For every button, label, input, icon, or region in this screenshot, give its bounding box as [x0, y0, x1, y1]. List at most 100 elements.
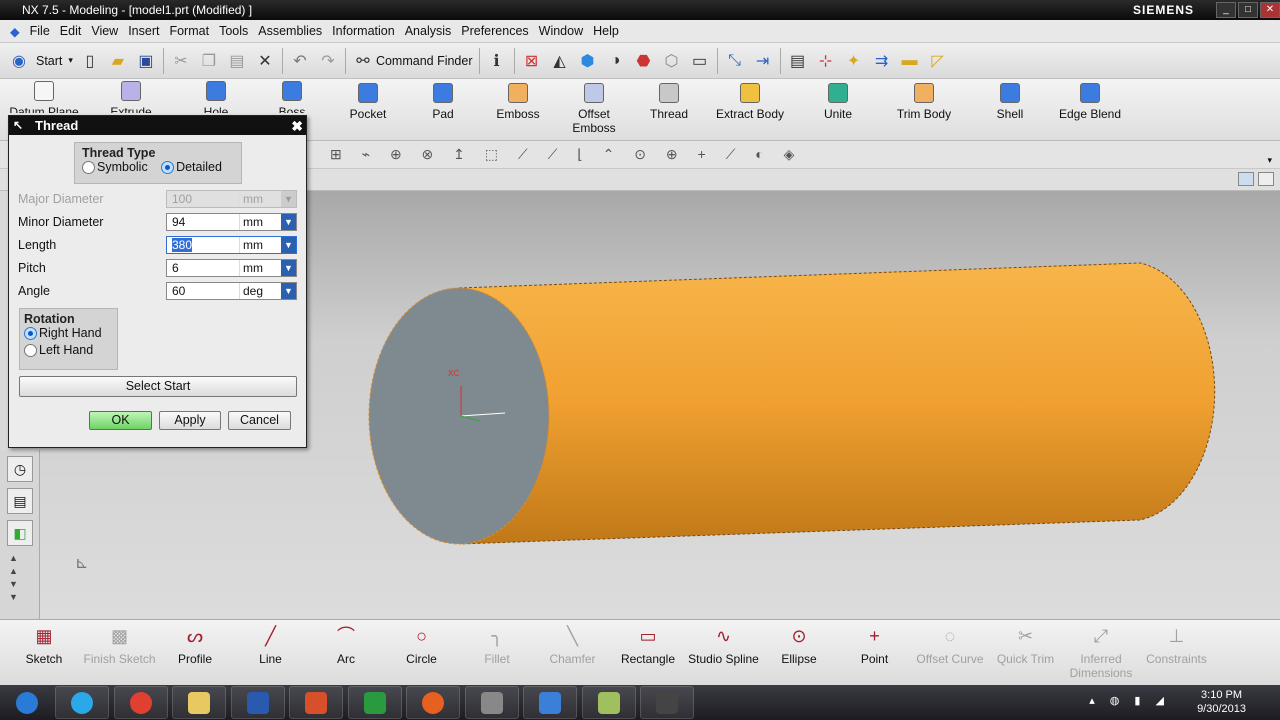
sketch-chamfer-button[interactable]: ╲ Chamfer	[535, 626, 611, 666]
feature-unite-button[interactable]: Unite	[800, 83, 876, 121]
taskbar-webcam-button[interactable]	[464, 686, 519, 719]
apply-button[interactable]: Apply	[159, 411, 221, 430]
cube-view-icon[interactable]: ⬢	[577, 50, 599, 72]
taskbar-explorer-button[interactable]	[172, 686, 226, 719]
sketch-fillet-button[interactable]: ╮ Fillet	[459, 626, 535, 666]
minimize-button[interactable]: _	[1216, 2, 1236, 18]
close-button[interactable]: ✕	[1260, 2, 1280, 18]
save-icon[interactable]: ▣	[135, 50, 157, 72]
view-icon[interactable]	[1238, 172, 1254, 186]
feature-offset-emboss-button[interactable]: Offset Emboss	[556, 83, 632, 135]
sketch-studio-spline-button[interactable]: ∿ Studio Spline	[686, 626, 762, 666]
dropdown-arrow-icon[interactable]: ▼	[281, 283, 296, 299]
menu-window[interactable]: Window	[539, 24, 583, 38]
radio-symbolic[interactable]: Symbolic	[82, 160, 148, 174]
sketch-finish-sketch-button[interactable]: ▩ Finish Sketch	[82, 626, 158, 666]
cut-icon[interactable]: ✂	[170, 50, 192, 72]
feature-edge-blend-button[interactable]: Edge Blend	[1052, 83, 1128, 121]
radio-indicator[interactable]	[24, 326, 37, 340]
section-icon[interactable]: ⬣	[633, 50, 655, 72]
feature-hole-button[interactable]: Hole	[178, 81, 254, 113]
menu-tools[interactable]: Tools	[219, 24, 248, 38]
delete-icon[interactable]: ✕	[254, 50, 276, 72]
maximize-button[interactable]: □	[1238, 2, 1258, 18]
cylinder-end-face[interactable]	[368, 287, 550, 545]
fit-view-icon[interactable]: ⊠	[521, 50, 543, 72]
sketch-circle-button[interactable]: ○ Circle	[384, 626, 460, 666]
dropdown-arrow-icon[interactable]: ▼	[281, 214, 296, 230]
analysis-icon[interactable]: ⇉	[871, 50, 893, 72]
window-icon[interactable]	[1258, 172, 1274, 186]
radio-indicator[interactable]	[161, 160, 175, 174]
menu-help[interactable]: Help	[593, 24, 619, 38]
measure-angle-icon[interactable]: ◸	[927, 50, 949, 72]
render-style-icon[interactable]: ◭	[549, 50, 571, 72]
feature-thread-button[interactable]: Thread	[631, 83, 707, 121]
sketch-constraints-button[interactable]: ⊥ Constraints	[1139, 626, 1215, 666]
cylinder-body[interactable]	[458, 262, 1216, 545]
dialog-title-bar[interactable]: ↖ Thread ✖	[9, 116, 306, 135]
taskbar-chrome-button[interactable]	[113, 686, 168, 719]
sketch-quick-trim-button[interactable]: ✂ Quick Trim	[988, 626, 1064, 666]
dropdown-arrow-icon[interactable]: ▼	[281, 260, 296, 276]
feature-boss-button[interactable]: Boss	[254, 81, 330, 113]
taskbar-nx-button[interactable]	[523, 686, 577, 719]
layer-icon[interactable]: ▭	[689, 50, 711, 72]
radio-indicator[interactable]	[24, 343, 37, 357]
feature-datum-plane-button[interactable]: Datum Plane	[6, 81, 82, 113]
dropdown-arrow-icon[interactable]: ▼	[281, 237, 296, 253]
scroll-arrows[interactable]: ▲ ▲ ▼ ▼	[9, 552, 39, 604]
snap-point-icons[interactable]: ⊞ ⌁ ⊕ ⊗ ↥ ⬚ ⟋ ⟋ ⌊ ⌃ ⊙ ⊕ + ⟋ ◐ ◈	[330, 146, 802, 163]
length-input[interactable]: 380	[167, 237, 239, 253]
paste-icon[interactable]: ▤	[226, 50, 248, 72]
menu-format[interactable]: Format	[169, 24, 209, 38]
close-icon[interactable]: ✖	[291, 117, 303, 136]
sketch-profile-button[interactable]: ᔕ Profile	[157, 626, 233, 666]
select-start-button[interactable]: Select Start	[19, 376, 297, 397]
information-icon[interactable]: ℹ	[486, 50, 508, 72]
taskbar-recorder-button[interactable]	[640, 686, 694, 719]
angle-input[interactable]: 60	[167, 283, 239, 299]
part-navigator-icon[interactable]: ▤	[7, 488, 33, 514]
measure-distance-icon[interactable]: ▬	[899, 50, 921, 72]
menu-file[interactable]: File	[30, 24, 50, 38]
menu-insert[interactable]: Insert	[128, 24, 159, 38]
move-icon[interactable]: ⇥	[752, 50, 774, 72]
sketch-rectangle-button[interactable]: ▭ Rectangle	[610, 626, 686, 666]
redo-icon[interactable]: ↷	[317, 50, 339, 72]
menu-assemblies[interactable]: Assemblies	[258, 24, 322, 38]
radio-right-hand[interactable]: Right Hand	[24, 326, 113, 340]
feature-shell-button[interactable]: Shell	[972, 83, 1048, 121]
shaded-icon[interactable]: ◑	[605, 50, 627, 72]
tray-icons[interactable]: ▴ ◍ ▮ ◢	[1089, 694, 1170, 707]
command-finder-button[interactable]: Command Finder	[376, 54, 473, 68]
menu-edit[interactable]: Edit	[60, 24, 82, 38]
chevron-down-icon[interactable]: ▾	[1267, 155, 1272, 166]
radio-detailed[interactable]: Detailed	[161, 160, 222, 174]
sketch-offset-curve-button[interactable]: ◌ Offset Curve	[912, 626, 988, 666]
sketch-arc-button[interactable]: ⌒ Arc	[308, 626, 384, 666]
table-icon[interactable]: ▤	[787, 50, 809, 72]
menu-view[interactable]: View	[91, 24, 118, 38]
feature-pocket-button[interactable]: Pocket	[330, 83, 406, 121]
feature-pad-button[interactable]: Pad	[405, 83, 481, 121]
orient-icon[interactable]: ⤡	[724, 50, 746, 72]
app-menu-icon[interactable]: ◆	[10, 24, 20, 39]
taskbar-word-button[interactable]	[230, 686, 285, 719]
taskbar-notes-button[interactable]	[581, 686, 636, 719]
undo-icon[interactable]: ↶	[289, 50, 311, 72]
history-clock-icon[interactable]: ◷	[7, 456, 33, 482]
feature-extract-body-button[interactable]: Extract Body	[712, 83, 788, 121]
new-file-icon[interactable]: ▯	[79, 50, 101, 72]
wcs-icon[interactable]: ⊹	[815, 50, 837, 72]
system-clock[interactable]: 3:10 PM 9/30/2013	[1197, 688, 1246, 716]
start-button[interactable]: Start	[36, 54, 62, 68]
feature-emboss-button[interactable]: Emboss	[480, 83, 556, 121]
ok-button[interactable]: OK	[89, 411, 152, 430]
snap-icon[interactable]: ✦	[843, 50, 865, 72]
pin-icon[interactable]: ↖	[13, 116, 23, 135]
taskbar-powerpoint-button[interactable]	[289, 686, 343, 719]
cancel-button[interactable]: Cancel	[228, 411, 291, 430]
feature-trim-body-button[interactable]: Trim Body	[886, 83, 962, 121]
radio-indicator[interactable]	[82, 160, 95, 174]
